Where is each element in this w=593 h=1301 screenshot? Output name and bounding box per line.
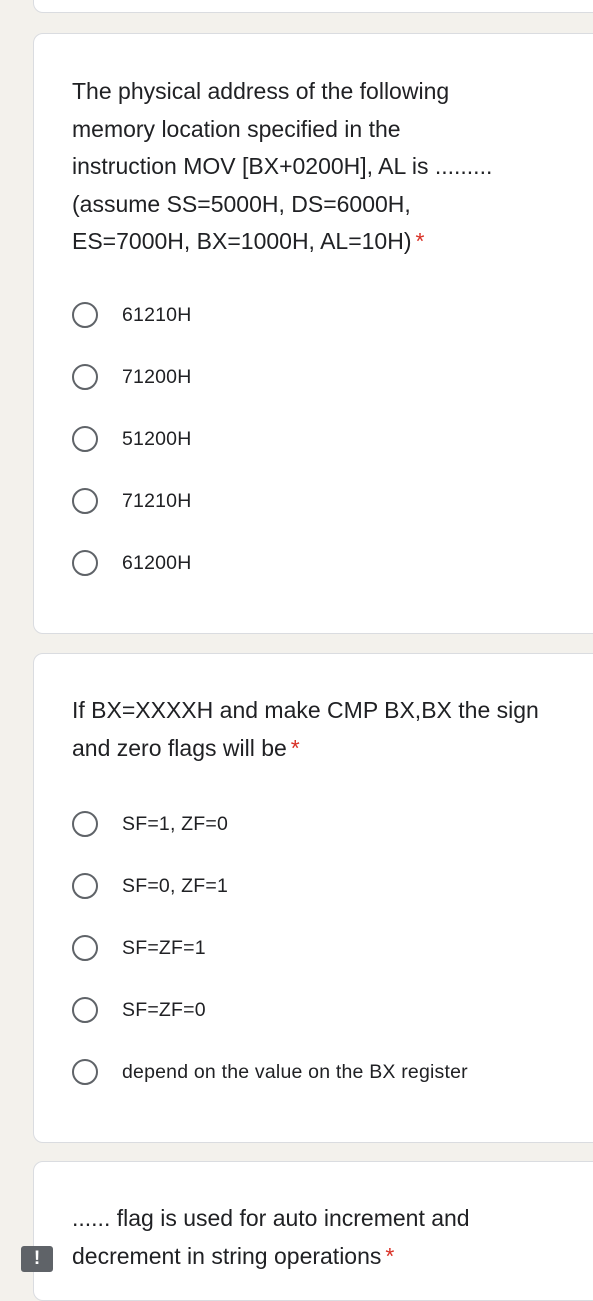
question-1-line-2: memory location specified in the	[72, 115, 401, 142]
radio-button-icon[interactable]	[72, 302, 98, 328]
question-1-line-5: ES=7000H, BX=1000H, AL=10H)	[72, 228, 412, 254]
previous-question-card	[33, 0, 593, 13]
q1-option-5[interactable]: 61200H	[72, 547, 192, 579]
question-3-line-2: decrement in string operations	[72, 1242, 382, 1269]
radio-button-icon[interactable]	[72, 426, 98, 452]
q1-option-5-label: 61200H	[122, 551, 192, 574]
q2-option-2[interactable]: SF=0, ZF=1	[72, 870, 228, 902]
q1-option-3[interactable]: 51200H	[72, 423, 192, 455]
question-1-line-4: (assume SS=5000H, DS=6000H,	[72, 190, 411, 217]
q1-option-4-label: 71210H	[122, 489, 192, 512]
q1-option-1-label: 61210H	[122, 303, 192, 326]
q1-option-2-label: 71200H	[122, 365, 192, 388]
question-card-1: The physical address of the following me…	[33, 33, 593, 634]
radio-button-icon[interactable]	[72, 364, 98, 390]
question-card-2: If BX=XXXXH and make CMP BX,BX the sign …	[33, 653, 593, 1143]
q2-option-4-label: SF=ZF=0	[122, 998, 206, 1021]
radio-button-icon[interactable]	[72, 811, 98, 837]
radio-button-icon[interactable]	[72, 1059, 98, 1085]
question-2-line-1: If BX=XXXXH and make CMP BX,BX the sign	[72, 697, 539, 723]
exclamation-icon[interactable]: !	[21, 1246, 53, 1272]
question-title-2: If BX=XXXXH and make CMP BX,BX the sign …	[72, 692, 592, 767]
q1-option-1[interactable]: 61210H	[72, 299, 192, 331]
question-title-3: ...... flag is used for auto increment a…	[72, 1200, 592, 1275]
question-card-3: ...... flag is used for auto increment a…	[33, 1161, 593, 1301]
q1-option-3-label: 51200H	[122, 427, 192, 450]
q2-option-5-label: depend on the value on the BX register	[122, 1060, 468, 1083]
question-3-line-1: ...... flag is used for auto increment a…	[72, 1205, 470, 1231]
radio-button-icon[interactable]	[72, 935, 98, 961]
q2-option-2-label: SF=0, ZF=1	[122, 874, 229, 897]
q2-option-1-label: SF=1, ZF=0	[122, 812, 229, 835]
radio-button-icon[interactable]	[72, 873, 98, 899]
question-1-line-1: The physical address of the following	[72, 78, 450, 104]
q2-option-5[interactable]: depend on the value on the BX register	[72, 1056, 468, 1088]
radio-button-icon[interactable]	[72, 997, 98, 1023]
radio-button-icon[interactable]	[72, 550, 98, 576]
q1-option-4[interactable]: 71210H	[72, 485, 192, 517]
q2-option-3-label: SF=ZF=1	[122, 936, 206, 959]
q1-option-2[interactable]: 71200H	[72, 361, 192, 393]
required-asterisk: *	[385, 1242, 395, 1269]
q2-option-3[interactable]: SF=ZF=1	[72, 932, 206, 964]
question-1-line-3: instruction MOV [BX+0200H], AL is ......…	[72, 153, 493, 179]
radio-button-icon[interactable]	[72, 488, 98, 514]
required-asterisk: *	[415, 228, 425, 254]
question-title-1: The physical address of the following me…	[72, 73, 592, 261]
q2-option-1[interactable]: SF=1, ZF=0	[72, 808, 228, 840]
question-2-line-2: and zero flags will be	[72, 734, 287, 761]
required-asterisk: *	[290, 734, 300, 761]
q2-option-4[interactable]: SF=ZF=0	[72, 994, 206, 1026]
